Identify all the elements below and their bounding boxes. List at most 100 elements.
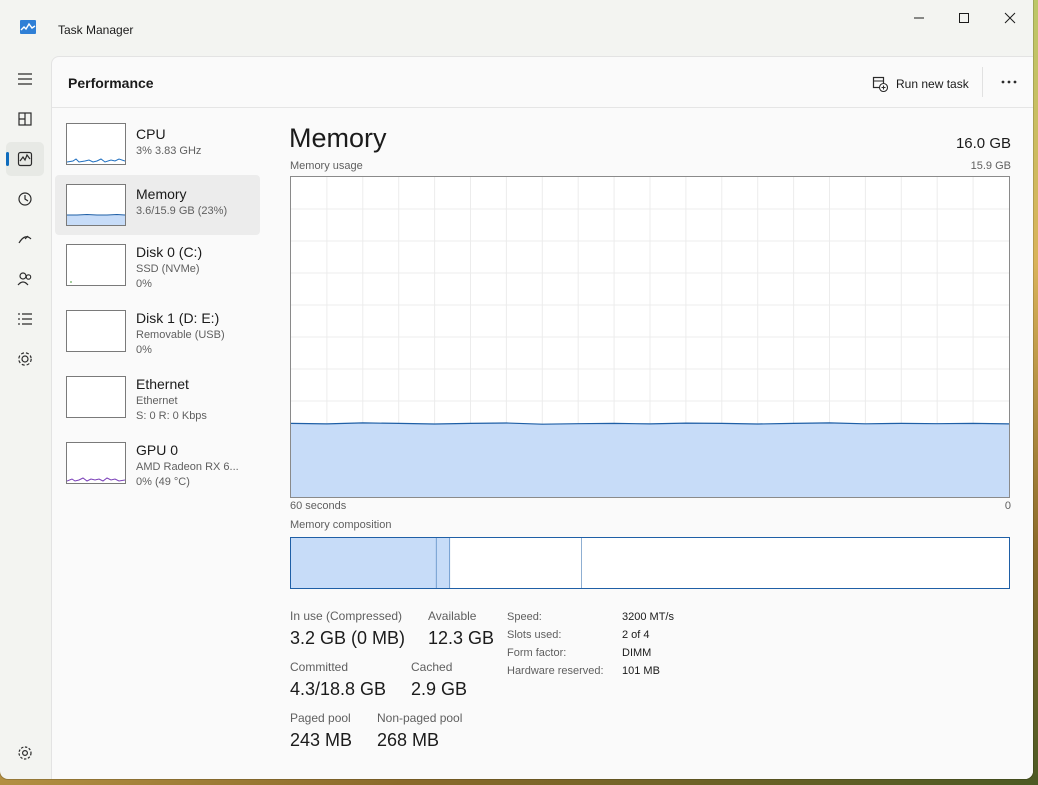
available-value: 12.3 GB (428, 628, 495, 648)
composition-segment-standby (450, 538, 582, 588)
graph-axis-left-label: 60 seconds (290, 500, 347, 512)
resource-item-ethernet[interactable]: Ethernet Ethernet S: 0 R: 0 Kbps (55, 367, 260, 427)
resource-item-detail: SSD (NVMe) (136, 263, 200, 275)
header-separator (982, 67, 983, 97)
paged-pool-value: 243 MB (290, 730, 353, 750)
nav-menu-toggle[interactable] (6, 62, 44, 96)
spec-value: 2 of 4 (622, 629, 650, 641)
window-title: Task Manager (58, 23, 134, 37)
nav-app-history[interactable] (6, 182, 44, 216)
resource-item-name: Disk 1 (D: E:) (136, 310, 220, 326)
minimize-button[interactable] (896, 4, 942, 32)
resource-item-cpu[interactable]: CPU 3% 3.83 GHz (55, 119, 260, 179)
resource-item-name: CPU (136, 126, 166, 142)
run-task-icon (872, 76, 888, 92)
spec-value: 3200 MT/s (622, 611, 674, 623)
spec-value: 101 MB (622, 665, 660, 677)
memory-usage-max: 15.9 GB (970, 160, 1011, 172)
graph-axis-right-label: 0 (1004, 500, 1011, 512)
resource-item-usage: 0% (49 °C) (136, 476, 190, 488)
resource-item-memory[interactable]: Memory 3.6/15.9 GB (23%) (55, 175, 260, 235)
details-icon (18, 313, 32, 325)
run-new-task-label: Run new task (896, 77, 969, 91)
resource-item-usage: 0% (136, 278, 152, 290)
spec-key: Form factor: (507, 647, 567, 659)
spec-key: Hardware reserved: (507, 665, 604, 677)
nav-startup-apps[interactable] (6, 222, 44, 256)
resource-item-detail: Ethernet (136, 395, 178, 407)
disk1-thumbnail-graph (66, 310, 126, 352)
memory-composition-bar (290, 537, 1010, 589)
resource-item-usage: 0% (136, 344, 152, 356)
settings-icon (18, 746, 32, 760)
composition-segment-modified (436, 538, 451, 588)
cached-value: 2.9 GB (411, 679, 468, 699)
resource-item-detail: Removable (USB) (136, 329, 225, 341)
committed-value: 4.3/18.8 GB (290, 679, 387, 699)
cached-label: Cached (411, 660, 453, 674)
close-button[interactable] (987, 4, 1033, 32)
non-paged-pool-value: 268 MB (377, 730, 440, 750)
task-manager-window: Task Manager Performance Run new task CP… (0, 0, 1033, 779)
nav-processes[interactable] (6, 102, 44, 136)
in-use-label: In use (Compressed) (290, 609, 403, 623)
content-panel: Performance Run new task CPU 3% 3.83 GHz (51, 56, 1033, 779)
memory-heading: Memory (289, 123, 387, 153)
resource-item-gpu-0[interactable]: GPU 0 AMD Radeon RX 6... 0% (49 °C) (55, 433, 260, 493)
non-paged-pool-label: Non-paged pool (377, 711, 463, 725)
spec-value: DIMM (622, 647, 652, 659)
performance-icon (17, 151, 33, 167)
memory-thumbnail-graph (66, 184, 126, 226)
composition-segment-in-use (291, 538, 437, 588)
committed-label: Committed (290, 660, 349, 674)
memory-total: 16.0 GB (955, 135, 1011, 152)
memory-usage-graph (290, 176, 1010, 498)
resource-item-disk-1[interactable]: Disk 1 (D: E:) Removable (USB) 0% (55, 301, 260, 361)
nav-services[interactable] (6, 342, 44, 376)
resource-item-name: Memory (136, 186, 187, 202)
ethernet-thumbnail-graph (66, 376, 126, 418)
in-use-value: 3.2 GB (0 MB) (290, 628, 406, 648)
resource-item-name: GPU 0 (136, 442, 179, 458)
memory-usage-label: Memory usage (290, 160, 363, 172)
nav-rail (0, 56, 50, 779)
more-options-icon (1001, 80, 1017, 84)
users-icon (17, 272, 32, 286)
minimize-icon (914, 17, 924, 19)
spec-key: Slots used: (507, 629, 562, 641)
disk0-thumbnail-graph (66, 244, 126, 286)
nav-performance[interactable] (6, 142, 44, 176)
task-manager-app-icon (20, 20, 36, 34)
paged-pool-label: Paged pool (290, 711, 351, 725)
page-title: Performance (68, 75, 154, 91)
maximize-icon (959, 13, 969, 23)
run-new-task-button[interactable]: Run new task (872, 73, 969, 95)
title-bar: Task Manager (0, 0, 1033, 56)
resource-item-disk-0[interactable]: Disk 0 (C:) SSD (NVMe) 0% (55, 235, 260, 295)
maximize-button[interactable] (941, 4, 987, 32)
resource-item-detail: AMD Radeon RX 6... (136, 461, 239, 473)
startup-apps-icon (18, 235, 32, 244)
nav-details[interactable] (6, 302, 44, 336)
page-header: Performance Run new task (52, 57, 1033, 108)
gpu-thumbnail-graph (66, 442, 126, 484)
more-options-button[interactable] (995, 69, 1023, 95)
processes-icon (18, 112, 32, 126)
resource-item-usage: S: 0 R: 0 Kbps (136, 410, 207, 422)
hamburger-menu-icon (18, 73, 32, 85)
resource-item-detail: 3% 3.83 GHz (136, 145, 202, 157)
memory-composition-label: Memory composition (290, 519, 392, 531)
memory-usage-area (291, 422, 1009, 497)
nav-users[interactable] (6, 262, 44, 296)
services-icon (18, 352, 32, 366)
composition-segment-free (581, 538, 1009, 588)
spec-key: Speed: (507, 611, 542, 623)
memory-usage-chart (290, 177, 1010, 497)
resource-item-name: Ethernet (136, 376, 189, 392)
close-icon (1004, 12, 1016, 24)
app-history-icon (18, 192, 32, 206)
resource-item-detail: 3.6/15.9 GB (23%) (136, 205, 228, 217)
nav-settings[interactable] (6, 736, 44, 770)
cpu-thumbnail-graph (66, 123, 126, 165)
resource-item-name: Disk 0 (C:) (136, 244, 203, 260)
